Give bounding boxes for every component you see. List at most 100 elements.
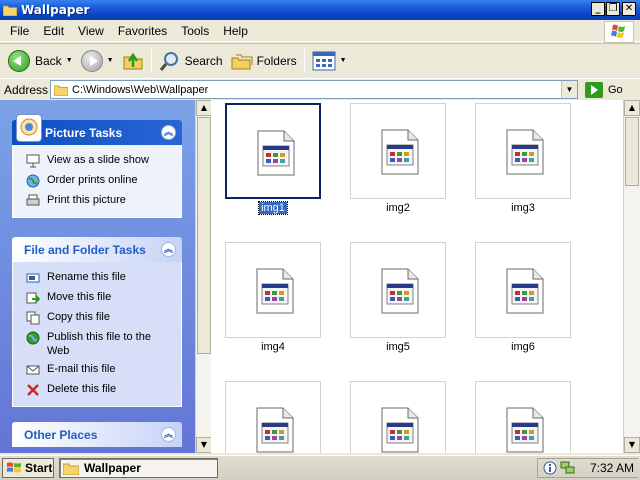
file-name[interactable]: img1 <box>225 201 321 215</box>
menu-tools[interactable]: Tools <box>174 24 216 38</box>
toolbar-separator <box>303 48 305 73</box>
file-folder-tasks-title: File and Folder Tasks <box>24 242 146 257</box>
task-move-file[interactable]: Move this file <box>13 288 181 308</box>
menu-view[interactable]: View <box>71 24 111 38</box>
other-places-title: Other Places <box>24 427 98 442</box>
taskbar-item-wallpaper[interactable]: Wallpaper <box>59 458 218 478</box>
back-arrow-icon <box>8 49 30 72</box>
file-folder-tasks-panel: File and Folder Tasks ︽ Rename this file… <box>12 237 182 407</box>
file-view-scrollbar[interactable]: ▲ ▼ <box>623 100 640 453</box>
forward-button[interactable]: ▼ <box>77 47 118 75</box>
info-icon[interactable] <box>543 461 557 475</box>
image-file-icon <box>381 129 419 175</box>
collapse-icon[interactable]: ︽ <box>161 242 176 257</box>
chevron-down-icon[interactable]: ▼ <box>107 57 114 64</box>
task-order-prints[interactable]: Order prints online <box>13 171 181 191</box>
slideshow-icon <box>25 153 41 169</box>
minimize-button[interactable]: _ <box>591 2 605 16</box>
menu-help[interactable]: Help <box>216 24 255 38</box>
windows-flag-icon <box>7 462 21 473</box>
title-bar: Wallpaper <box>0 0 640 20</box>
scroll-up-icon[interactable]: ▲ <box>624 100 640 116</box>
search-label: Search <box>184 53 223 68</box>
file-folder-tasks-body: Rename this file Move this file Copy thi… <box>12 262 182 407</box>
image-file-icon <box>381 268 419 314</box>
address-path: C:\Windows\Web\Wallpaper <box>72 83 209 96</box>
file-thumbnail[interactable] <box>350 103 446 199</box>
taskbar: Start Wallpaper 7:32 AM <box>0 455 640 480</box>
collapse-icon[interactable]: ︽ <box>161 427 176 442</box>
folder-icon <box>63 463 79 475</box>
folders-button[interactable]: Folders <box>227 47 301 75</box>
scroll-down-icon[interactable]: ▼ <box>196 437 212 453</box>
menu-favorites[interactable]: Favorites <box>111 24 174 38</box>
address-label: Address <box>4 82 49 97</box>
toolbar-separator <box>150 48 152 73</box>
menu-bar: File Edit View Favorites Tools Help <box>0 20 640 42</box>
file-name[interactable]: img4 <box>225 341 321 353</box>
printer-icon <box>25 193 41 209</box>
file-name[interactable]: img5 <box>350 341 446 353</box>
image-file-icon <box>506 129 544 175</box>
forward-arrow-icon <box>80 49 103 72</box>
task-publish-web[interactable]: Publish this file to the Web <box>13 328 181 360</box>
image-file-icon <box>256 268 294 314</box>
file-thumbnail[interactable] <box>225 381 321 453</box>
scroll-thumb[interactable] <box>197 117 211 354</box>
task-label: Copy this file <box>47 311 110 323</box>
chevron-down-icon[interactable]: ▼ <box>340 57 347 64</box>
file-name-text: img1 <box>258 201 288 215</box>
file-thumbnail[interactable] <box>225 103 321 199</box>
file-thumbnail[interactable] <box>225 242 321 338</box>
scroll-up-icon[interactable]: ▲ <box>196 100 212 116</box>
collapse-icon[interactable]: ︽ <box>161 125 176 140</box>
task-delete-file[interactable]: Delete this file <box>13 380 181 400</box>
views-button[interactable]: ▼ <box>308 47 351 75</box>
task-copy-file[interactable]: Copy this file <box>13 308 181 328</box>
image-file-icon <box>506 268 544 314</box>
file-name-text: img4 <box>261 341 285 353</box>
restore-button[interactable]: ❐ <box>606 2 620 16</box>
file-thumbnail[interactable] <box>350 381 446 453</box>
scroll-thumb[interactable] <box>625 117 639 186</box>
file-name[interactable]: img6 <box>475 341 571 353</box>
task-rename-file[interactable]: Rename this file <box>13 268 181 288</box>
task-view-slideshow[interactable]: View as a slide show <box>13 151 181 171</box>
search-button[interactable]: Search <box>155 47 227 75</box>
file-thumbnail[interactable] <box>350 242 446 338</box>
picture-tasks-header[interactable]: Picture Tasks ︽ <box>12 114 182 145</box>
file-thumbnail[interactable] <box>475 381 571 453</box>
file-name[interactable]: img2 <box>350 202 446 214</box>
delete-icon <box>25 382 41 398</box>
file-name[interactable]: img3 <box>475 202 571 214</box>
file-folder-tasks-header[interactable]: File and Folder Tasks ︽ <box>12 237 182 262</box>
address-input[interactable]: C:\Windows\Web\Wallpaper ▼ <box>50 80 578 99</box>
close-button[interactable]: ✕ <box>622 2 636 16</box>
chevron-down-icon[interactable]: ▼ <box>561 81 577 98</box>
file-thumbnail[interactable] <box>475 103 571 199</box>
image-file-icon <box>256 407 294 453</box>
menu-file[interactable]: File <box>0 24 36 38</box>
chevron-down-icon[interactable]: ▼ <box>66 57 73 64</box>
file-thumbnail[interactable] <box>475 242 571 338</box>
picture-tasks-panel: Picture Tasks ︽ View as a slide show Ord… <box>12 114 182 218</box>
go-button[interactable]: Go <box>585 82 623 98</box>
other-places-header[interactable]: Other Places ︽ <box>12 422 182 447</box>
network-icon[interactable] <box>560 461 576 475</box>
start-button[interactable]: Start <box>2 458 54 478</box>
copy-icon <box>25 310 41 326</box>
task-print-picture[interactable]: Print this picture <box>13 191 181 211</box>
scroll-down-icon[interactable]: ▼ <box>624 437 640 453</box>
task-pane: Picture Tasks ︽ View as a slide show Ord… <box>0 100 195 453</box>
windows-logo <box>604 21 634 43</box>
up-folder-button[interactable] <box>118 47 148 75</box>
window-title: Wallpaper <box>21 3 90 17</box>
file-name-text: img6 <box>511 341 535 353</box>
picture-tasks-icon <box>16 114 42 142</box>
back-button[interactable]: Back ▼ <box>4 47 77 75</box>
folders-icon <box>231 54 253 69</box>
menu-edit[interactable]: Edit <box>36 24 71 38</box>
task-email-file[interactable]: E-mail this file <box>13 360 181 380</box>
task-pane-scrollbar[interactable]: ▲ ▼ <box>195 100 212 453</box>
folders-label: Folders <box>256 53 297 68</box>
